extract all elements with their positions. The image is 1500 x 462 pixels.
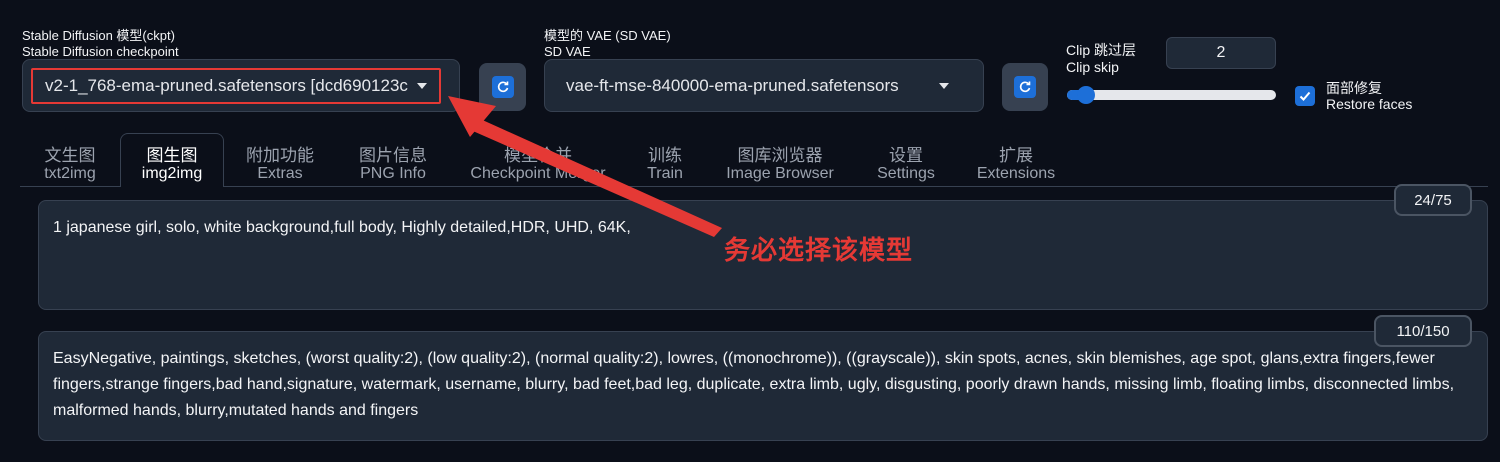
annotation-text: 务必选择该模型 [724,235,914,265]
